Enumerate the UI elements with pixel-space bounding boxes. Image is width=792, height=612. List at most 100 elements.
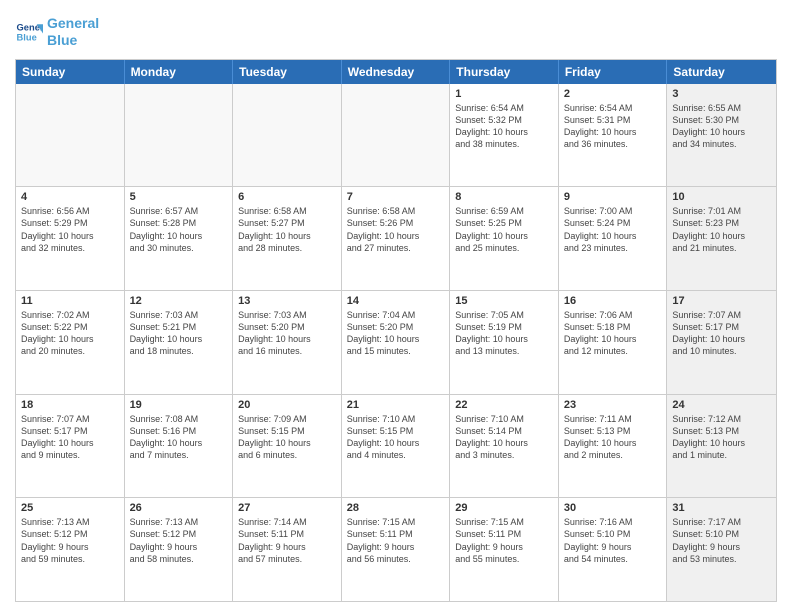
day-cell-25: 25Sunrise: 7:13 AM Sunset: 5:12 PM Dayli…: [16, 498, 125, 601]
calendar-row-2: 4Sunrise: 6:56 AM Sunset: 5:29 PM Daylig…: [16, 186, 776, 290]
day-info: Sunrise: 7:15 AM Sunset: 5:11 PM Dayligh…: [347, 516, 445, 565]
day-number: 25: [21, 502, 119, 514]
day-number: 20: [238, 399, 336, 411]
day-info: Sunrise: 7:07 AM Sunset: 5:17 PM Dayligh…: [21, 413, 119, 462]
day-number: 18: [21, 399, 119, 411]
calendar-row-4: 18 Sunrise: 7:07 AM Sunset: 5:17 PM Dayli…: [16, 394, 776, 498]
page: General Blue General Blue SundayMondayTu…: [0, 0, 792, 612]
day-cell-28: 28 Sunrise: 7:15 AM Sunset: 5:11 PM Dayli…: [342, 498, 451, 601]
day-cell-12: 12Sunrise: 7:03 AM Sunset: 5:21 PM Dayli…: [125, 291, 234, 394]
day-number: 24: [672, 399, 771, 411]
calendar-row-5: 25 Sunrise: 7:13 AM Sunset: 5:12 PM Dayli…: [16, 497, 776, 601]
day-cell-18: 18 Sunrise: 7:07 AM Sunset: 5:17 PM Dayli…: [16, 395, 125, 498]
day-cell-24: 24 Sunrise: 7:12 AM Sunset: 5:13 PM Dayli…: [667, 395, 776, 498]
day-cell-19: 19 Sunrise: 7:08 AM Sunset: 5:16 PM Dayli…: [125, 395, 234, 498]
day-cell-23: 23Sunrise: 7:11 AM Sunset: 5:13 PM Dayli…: [559, 395, 668, 498]
weekday-header-tuesday: Tuesday: [233, 60, 342, 84]
day-cell-30: 30 Sunrise: 7:16 AM Sunset: 5:10 PM Dayli…: [559, 498, 668, 601]
day-number: 3: [672, 88, 771, 100]
day-info: Sunrise: 7:15 AM Sunset: 5:11 PM Dayligh…: [455, 516, 553, 565]
day-number: 28: [347, 502, 445, 514]
day-number: 16: [564, 295, 662, 307]
day-cell-6: 6 Sunrise: 6:58 AM Sunset: 5:27 PM Daylig…: [233, 187, 342, 290]
day-info: Sunrise: 7:05 AM Sunset: 5:19 PM Dayligh…: [455, 309, 553, 358]
day-info: Sunrise: 7:12 AM Sunset: 5:13 PM Dayligh…: [672, 413, 771, 462]
day-number: 9: [564, 191, 662, 203]
day-info: Sunrise: 6:54 AM Sunset: 5:31 PM Dayligh…: [564, 102, 662, 151]
day-number: 6: [238, 191, 336, 203]
logo-text: General Blue: [47, 15, 99, 49]
day-info: Sunrise: 6:55 AM Sunset: 5:30 PM Dayligh…: [672, 102, 771, 151]
day-cell-17: 17Sunrise: 7:07 AM Sunset: 5:17 PM Dayli…: [667, 291, 776, 394]
day-number: 5: [130, 191, 228, 203]
day-info: Sunrise: 7:14 AM Sunset: 5:11 PM Dayligh…: [238, 516, 336, 565]
empty-cell: [16, 84, 125, 187]
day-cell-29: 29 Sunrise: 7:15 AM Sunset: 5:11 PM Dayli…: [450, 498, 559, 601]
day-number: 15: [455, 295, 553, 307]
day-number: 2: [564, 88, 662, 100]
day-cell-27: 27 Sunrise: 7:14 AM Sunset: 5:11 PM Dayli…: [233, 498, 342, 601]
day-info: Sunrise: 6:57 AM Sunset: 5:28 PM Dayligh…: [130, 205, 228, 254]
day-info: Sunrise: 6:59 AM Sunset: 5:25 PM Dayligh…: [455, 205, 553, 254]
day-number: 12: [130, 295, 228, 307]
empty-cell: [233, 84, 342, 187]
empty-cell: [342, 84, 451, 187]
empty-cell: [125, 84, 234, 187]
logo-line1: General: [47, 15, 99, 32]
day-cell-9: 9 Sunrise: 7:00 AM Sunset: 5:24 PM Daylig…: [559, 187, 668, 290]
weekday-header-thursday: Thursday: [450, 60, 559, 84]
day-cell-15: 15 Sunrise: 7:05 AM Sunset: 5:19 PM Dayli…: [450, 291, 559, 394]
day-info: Sunrise: 7:02 AM Sunset: 5:22 PM Dayligh…: [21, 309, 119, 358]
day-cell-3: 3 Sunrise: 6:55 AM Sunset: 5:30 PM Daylig…: [667, 84, 776, 187]
day-cell-14: 14 Sunrise: 7:04 AM Sunset: 5:20 PM Dayli…: [342, 291, 451, 394]
day-info: Sunrise: 7:00 AM Sunset: 5:24 PM Dayligh…: [564, 205, 662, 254]
logo-icon: General Blue: [15, 18, 43, 46]
weekday-header-monday: Monday: [125, 60, 234, 84]
day-number: 19: [130, 399, 228, 411]
calendar-row-1: 1Sunrise: 6:54 AM Sunset: 5:32 PM Daylig…: [16, 84, 776, 187]
day-info: Sunrise: 7:13 AM Sunset: 5:12 PM Dayligh…: [130, 516, 228, 565]
day-cell-1: 1Sunrise: 6:54 AM Sunset: 5:32 PM Daylig…: [450, 84, 559, 187]
day-info: Sunrise: 6:58 AM Sunset: 5:26 PM Dayligh…: [347, 205, 445, 254]
day-number: 22: [455, 399, 553, 411]
day-number: 17: [672, 295, 771, 307]
day-cell-20: 20 Sunrise: 7:09 AM Sunset: 5:15 PM Dayli…: [233, 395, 342, 498]
header: General Blue General Blue: [15, 15, 777, 49]
day-info: Sunrise: 7:11 AM Sunset: 5:13 PM Dayligh…: [564, 413, 662, 462]
logo: General Blue General Blue: [15, 15, 99, 49]
day-cell-13: 13 Sunrise: 7:03 AM Sunset: 5:20 PM Dayli…: [233, 291, 342, 394]
day-info: Sunrise: 6:58 AM Sunset: 5:27 PM Dayligh…: [238, 205, 336, 254]
day-info: Sunrise: 7:06 AM Sunset: 5:18 PM Dayligh…: [564, 309, 662, 358]
day-number: 13: [238, 295, 336, 307]
day-cell-11: 11 Sunrise: 7:02 AM Sunset: 5:22 PM Dayli…: [16, 291, 125, 394]
day-cell-26: 26Sunrise: 7:13 AM Sunset: 5:12 PM Dayli…: [125, 498, 234, 601]
day-info: Sunrise: 7:09 AM Sunset: 5:15 PM Dayligh…: [238, 413, 336, 462]
day-cell-21: 21Sunrise: 7:10 AM Sunset: 5:15 PM Dayli…: [342, 395, 451, 498]
day-cell-22: 22 Sunrise: 7:10 AM Sunset: 5:14 PM Dayli…: [450, 395, 559, 498]
day-info: Sunrise: 7:03 AM Sunset: 5:20 PM Dayligh…: [238, 309, 336, 358]
day-cell-4: 4Sunrise: 6:56 AM Sunset: 5:29 PM Daylig…: [16, 187, 125, 290]
day-number: 7: [347, 191, 445, 203]
day-number: 8: [455, 191, 553, 203]
day-number: 1: [455, 88, 553, 100]
day-number: 30: [564, 502, 662, 514]
day-cell-16: 16 Sunrise: 7:06 AM Sunset: 5:18 PM Dayli…: [559, 291, 668, 394]
day-number: 29: [455, 502, 553, 514]
day-info: Sunrise: 7:08 AM Sunset: 5:16 PM Dayligh…: [130, 413, 228, 462]
calendar: SundayMondayTuesdayWednesdayThursdayFrid…: [15, 59, 777, 602]
weekday-header-wednesday: Wednesday: [342, 60, 451, 84]
day-cell-10: 10Sunrise: 7:01 AM Sunset: 5:23 PM Dayli…: [667, 187, 776, 290]
day-cell-7: 7 Sunrise: 6:58 AM Sunset: 5:26 PM Daylig…: [342, 187, 451, 290]
day-info: Sunrise: 7:16 AM Sunset: 5:10 PM Dayligh…: [564, 516, 662, 565]
day-number: 27: [238, 502, 336, 514]
calendar-row-3: 11 Sunrise: 7:02 AM Sunset: 5:22 PM Dayli…: [16, 290, 776, 394]
day-number: 11: [21, 295, 119, 307]
day-info: Sunrise: 7:17 AM Sunset: 5:10 PM Dayligh…: [672, 516, 771, 565]
day-info: Sunrise: 7:04 AM Sunset: 5:20 PM Dayligh…: [347, 309, 445, 358]
day-cell-8: 8 Sunrise: 6:59 AM Sunset: 5:25 PM Daylig…: [450, 187, 559, 290]
day-number: 10: [672, 191, 771, 203]
day-info: Sunrise: 7:10 AM Sunset: 5:14 PM Dayligh…: [455, 413, 553, 462]
day-info: Sunrise: 6:56 AM Sunset: 5:29 PM Dayligh…: [21, 205, 119, 254]
day-number: 14: [347, 295, 445, 307]
calendar-body: 1Sunrise: 6:54 AM Sunset: 5:32 PM Daylig…: [16, 84, 776, 601]
